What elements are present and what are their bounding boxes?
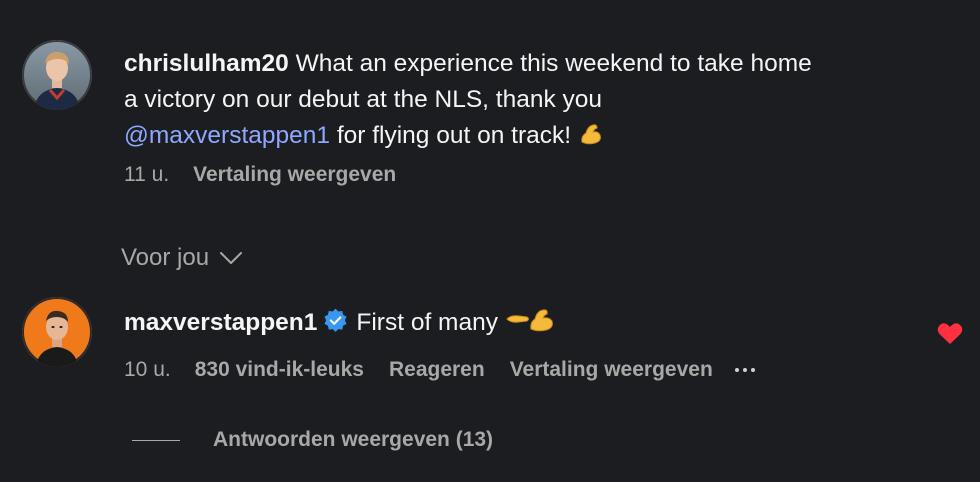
comment-text-line3: @maxverstappen1 for flying out on track! [124,118,812,157]
comment-username[interactable]: chrislulham20 [124,50,289,77]
mention-link[interactable]: @maxverstappen1 [124,122,330,149]
flexed-biceps-icon [578,121,604,157]
heart-icon[interactable] [937,322,963,345]
comment-text-line1: What an experience this weekend to take … [295,50,812,77]
comment-timestamp: 10 u. [124,358,171,381]
chevron-down-icon [219,251,243,265]
avatar-chrislulham20[interactable] [22,40,92,110]
comment-username[interactable]: maxverstappen1 [124,309,317,336]
verified-badge-icon [323,308,348,333]
comment-timestamp: 11 u. [124,163,170,186]
comment-text-body: First of many [356,309,498,336]
comment-meta: 11 u. Vertaling weergeven [124,163,812,187]
comment-filter-dropdown[interactable]: Voor jou [121,244,243,272]
translate-button[interactable]: Vertaling weergeven [193,163,396,187]
reply-button[interactable]: Reageren [389,358,485,382]
likes-count-button[interactable]: 830 vind-ik-leuks [195,358,364,382]
filter-label: Voor jou [121,244,210,271]
comment-text-line2: a victory on our debut at the NLS, thank… [124,86,603,113]
replies-divider [132,439,180,441]
comment-meta: 10 u. 830 vind-ik-leuks Reageren Vertali… [124,358,755,382]
avatar-maxverstappen1[interactable] [22,297,92,367]
translate-button[interactable]: Vertaling weergeven [510,358,713,382]
more-options-icon[interactable] [734,368,755,372]
comment-text: chrislulham20 What an experience this we… [124,46,812,82]
view-replies-button[interactable]: Antwoorden weergeven (13) [132,428,493,452]
view-replies-label: Antwoorden weergeven (13) [213,428,494,451]
comment-text-line3: for flying out on track! [336,122,572,149]
flexed-biceps-icon [505,307,559,344]
comment-text: maxverstappen1 First of many [124,305,755,344]
